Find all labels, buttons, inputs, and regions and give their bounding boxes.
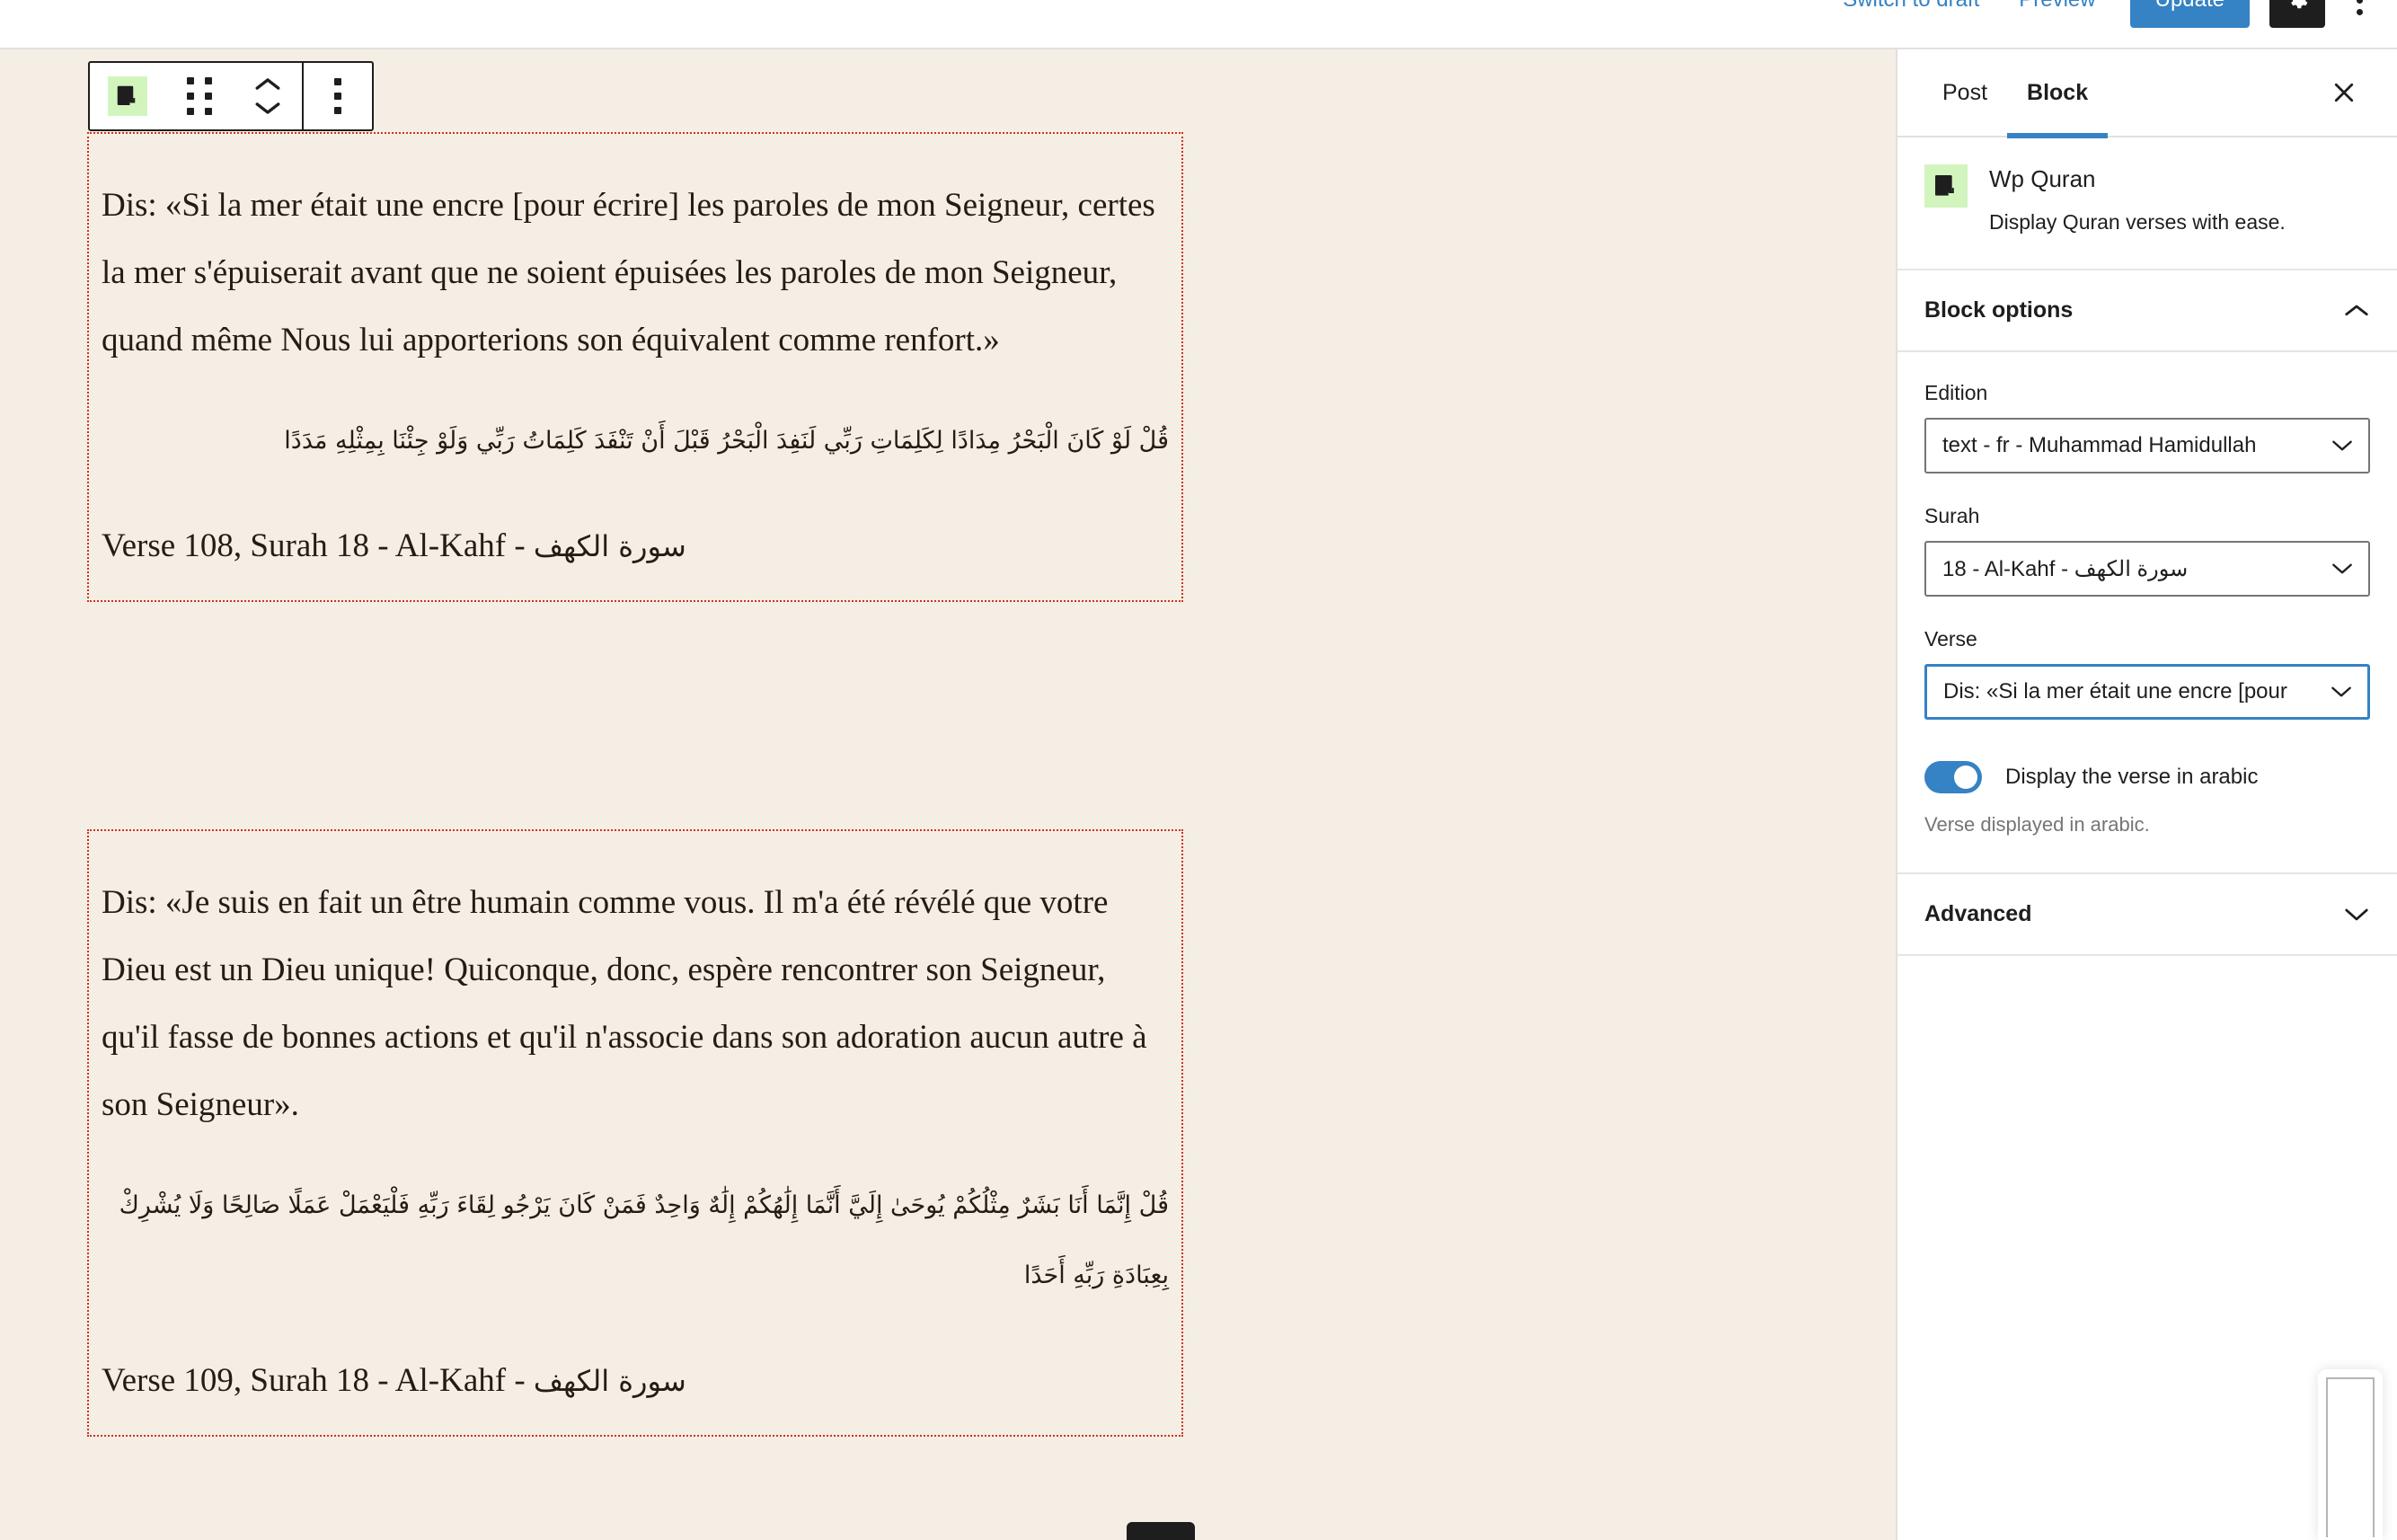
- verse-label: Verse: [1924, 627, 1977, 651]
- verse-text-arabic: قُلْ لَوْ كَانَ الْبَحْرُ مِدَادًا لِكَل…: [284, 427, 1169, 455]
- preview-button[interactable]: Preview: [1999, 0, 2115, 18]
- block-options-header[interactable]: Block options: [1897, 270, 2397, 352]
- display-arabic-toggle[interactable]: [1924, 761, 1982, 793]
- ellipsis-dot: [2356, 8, 2363, 15]
- close-sidebar-button[interactable]: [2316, 65, 2372, 120]
- surah-label: Surah: [1924, 504, 1980, 527]
- ellipsis-dot: [2356, 0, 2363, 4]
- edition-label: Edition: [1924, 381, 1988, 404]
- chevron-up-icon[interactable]: [253, 76, 282, 92]
- block-options-button[interactable]: [304, 63, 372, 129]
- editor-canvas: Dis: «Si la mer était une encre [pour éc…: [0, 48, 1896, 1540]
- vertical-ellipsis-icon: [334, 78, 341, 114]
- arabic-toggle-row: Display the verse in arabic: [1924, 761, 2370, 793]
- chevron-down-icon[interactable]: [253, 101, 282, 116]
- arabic-toggle-help: Verse displayed in arabic.: [1924, 813, 2150, 836]
- verse-select[interactable]: Dis: «Si la mer était une encre [pour: [1924, 664, 2370, 720]
- verse-field: Verse Dis: «Si la mer était une encre [p…: [1924, 627, 2370, 720]
- verse-text-french: Dis: «Je suis en fait un être humain com…: [102, 884, 1147, 1123]
- add-block-button[interactable]: [1127, 1522, 1195, 1540]
- block-type-button[interactable]: [90, 63, 165, 129]
- verse-text-french: Dis: «Si la mer était une encre [pour éc…: [102, 187, 1155, 358]
- edition-value: text - fr - Muhammad Hamidullah: [1942, 433, 2257, 457]
- floating-panel-inner: [2326, 1377, 2375, 1537]
- chevron-down-icon: [2332, 440, 2352, 451]
- edition-select[interactable]: text - fr - Muhammad Hamidullah: [1924, 418, 2370, 474]
- drag-handle-button[interactable]: [165, 63, 234, 129]
- display-arabic-label: Display the verse in arabic: [2005, 765, 2259, 789]
- more-options-button[interactable]: [2334, 0, 2384, 28]
- advanced-title: Advanced: [1924, 901, 2032, 926]
- editor-top-bar: Switch to draft Preview Update: [0, 0, 2397, 48]
- block-options-title: Block options: [1924, 297, 2074, 323]
- settings-gear-button[interactable]: [2269, 0, 2325, 28]
- switch-to-draft-button[interactable]: Switch to draft: [1823, 0, 1999, 18]
- gear-icon: [2291, 0, 2308, 9]
- update-button[interactable]: Update: [2129, 0, 2250, 28]
- surah-field: Surah 18 - Al-Kahf - سورة الكهف: [1924, 504, 2370, 597]
- floating-panel[interactable]: [2318, 1369, 2383, 1540]
- tab-block[interactable]: Block: [2007, 49, 2109, 138]
- verse-reference-arabic: سورة الكهف: [533, 529, 686, 563]
- wordpress-block-editor: Switch to draft Preview Update: [0, 0, 2397, 1540]
- block-options-body: Edition text - fr - Muhammad Hamidullah …: [1897, 352, 2397, 874]
- tab-post[interactable]: Post: [1923, 49, 2007, 137]
- book-icon: [1924, 164, 1968, 208]
- chevron-up-icon[interactable]: [2343, 303, 2370, 319]
- verse-reference: Verse 108, Surah 18 - Al-Kahf - سورة الك…: [96, 519, 1174, 573]
- verse-text-arabic: قُلْ إِنَّمَا أَنَا بَشَرٌ مِثْلُكُمْ يُ…: [119, 1191, 1169, 1289]
- close-icon: [2334, 83, 2354, 102]
- block-title: Wp Quran: [1989, 165, 2096, 192]
- toggle-knob: [1954, 766, 1977, 789]
- verse-reference-arabic: سورة الكهف: [533, 1364, 686, 1398]
- sidebar-tabs: Post Block: [1897, 49, 2397, 138]
- chevron-down-icon[interactable]: [2343, 907, 2370, 923]
- settings-sidebar: Post Block Wp Quran Display Quran verses…: [1896, 48, 2397, 1540]
- book-icon: [108, 76, 147, 116]
- verse-reference-latin: Verse 108, Surah 18 - Al-Kahf -: [102, 527, 534, 564]
- wp-quran-block[interactable]: Dis: «Je suis en fait un être humain com…: [87, 829, 1183, 1437]
- block-info-card: Wp Quran Display Quran verses with ease.: [1897, 137, 2397, 270]
- chevron-down-icon: [2331, 686, 2351, 697]
- verse-reference: Verse 109, Surah 18 - Al-Kahf - سورة الك…: [96, 1354, 1174, 1408]
- edition-field: Edition text - fr - Muhammad Hamidullah: [1924, 381, 2370, 474]
- block-description: Display Quran verses with ease.: [1989, 210, 2286, 234]
- drag-handle-icon: [186, 77, 213, 115]
- chevron-down-icon: [2332, 563, 2352, 574]
- move-block-buttons[interactable]: [234, 63, 302, 129]
- verse-value: Dis: «Si la mer était une encre [pour: [1943, 679, 2287, 704]
- surah-value: 18 - Al-Kahf - سورة الكهف: [1942, 556, 2189, 581]
- verse-reference-latin: Verse 109, Surah 18 - Al-Kahf -: [102, 1362, 534, 1399]
- wp-quran-block[interactable]: Dis: «Si la mer était une encre [pour éc…: [87, 132, 1183, 602]
- block-toolbar: [88, 61, 374, 131]
- advanced-header[interactable]: Advanced: [1897, 874, 2397, 956]
- surah-select[interactable]: 18 - Al-Kahf - سورة الكهف: [1924, 541, 2370, 597]
